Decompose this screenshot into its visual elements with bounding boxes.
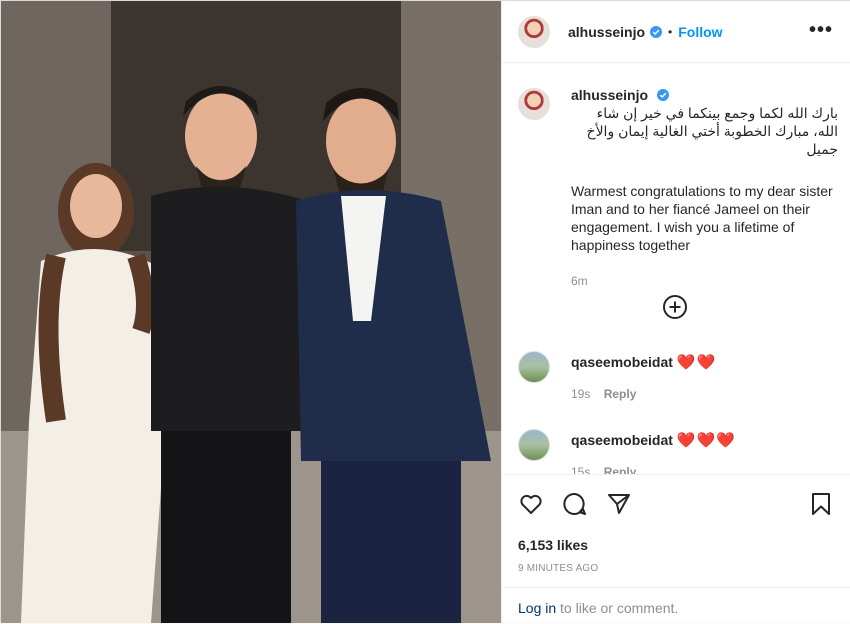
login-prompt-text: to like or comment. bbox=[556, 600, 679, 616]
plus-circle-icon[interactable] bbox=[662, 294, 688, 320]
more-options-icon[interactable]: ••• bbox=[809, 20, 833, 40]
post-photo[interactable] bbox=[1, 1, 501, 623]
caption-arabic-text: بارك الله لكما وجمع بينكما في خير إن شاء… bbox=[586, 105, 838, 157]
comment-text: ❤️❤️ bbox=[676, 354, 717, 371]
comment-time[interactable]: 15s bbox=[571, 465, 590, 474]
caption-username[interactable]: alhusseinjo bbox=[571, 86, 669, 104]
commenter-username[interactable]: qaseemobeidat bbox=[571, 354, 673, 370]
bookmark-icon[interactable] bbox=[809, 491, 833, 517]
comment-time[interactable]: 19s bbox=[571, 387, 590, 401]
comment-icon[interactable] bbox=[562, 491, 588, 517]
heart-icon[interactable] bbox=[518, 491, 544, 517]
post-side-panel: alhusseinjo • Follow ••• alhusseinjo بار… bbox=[501, 1, 850, 623]
caption-avatar[interactable] bbox=[518, 88, 550, 120]
follow-button[interactable]: Follow bbox=[678, 24, 722, 40]
post-actions: 6,153 likes 9 MINUTES AGO Log in to like… bbox=[502, 474, 850, 623]
verified-badge-icon bbox=[650, 25, 663, 38]
header-separator: • bbox=[668, 24, 673, 39]
verified-badge-icon bbox=[656, 89, 669, 101]
caption-english-text: Warmest congratulations to my dear siste… bbox=[571, 183, 833, 253]
post-photo-image bbox=[1, 1, 501, 623]
post-header: alhusseinjo • Follow ••• bbox=[502, 1, 850, 63]
reply-button[interactable]: Reply bbox=[604, 465, 637, 474]
comment-text: ❤️❤️❤️ bbox=[676, 432, 736, 449]
post-dialog: alhusseinjo • Follow ••• alhusseinjo بار… bbox=[0, 0, 850, 623]
comment-item: qaseemobeidat ❤️❤️ 19s Reply bbox=[518, 351, 838, 401]
post-timestamp[interactable]: 9 MINUTES AGO bbox=[518, 563, 598, 574]
like-count[interactable]: 6,153 likes bbox=[518, 537, 588, 553]
reply-button[interactable]: Reply bbox=[604, 387, 637, 401]
login-prompt: Log in to like or comment. bbox=[502, 587, 850, 624]
commenter-avatar[interactable] bbox=[518, 429, 550, 461]
share-icon[interactable] bbox=[606, 491, 632, 517]
comments-section[interactable]: alhusseinjo بارك الله لكما وجمع بينكما ف… bbox=[502, 64, 850, 474]
comment-item: qaseemobeidat ❤️❤️❤️ 15s Reply bbox=[518, 429, 838, 474]
commenter-avatar[interactable] bbox=[518, 351, 550, 383]
login-link[interactable]: Log in bbox=[518, 600, 556, 616]
author-avatar[interactable] bbox=[518, 15, 550, 48]
author-username[interactable]: alhusseinjo bbox=[568, 24, 645, 40]
caption: alhusseinjo بارك الله لكما وجمع بينكما ف… bbox=[518, 86, 838, 290]
commenter-username[interactable]: qaseemobeidat bbox=[571, 432, 673, 448]
caption-timestamp[interactable]: 6m bbox=[571, 272, 838, 290]
